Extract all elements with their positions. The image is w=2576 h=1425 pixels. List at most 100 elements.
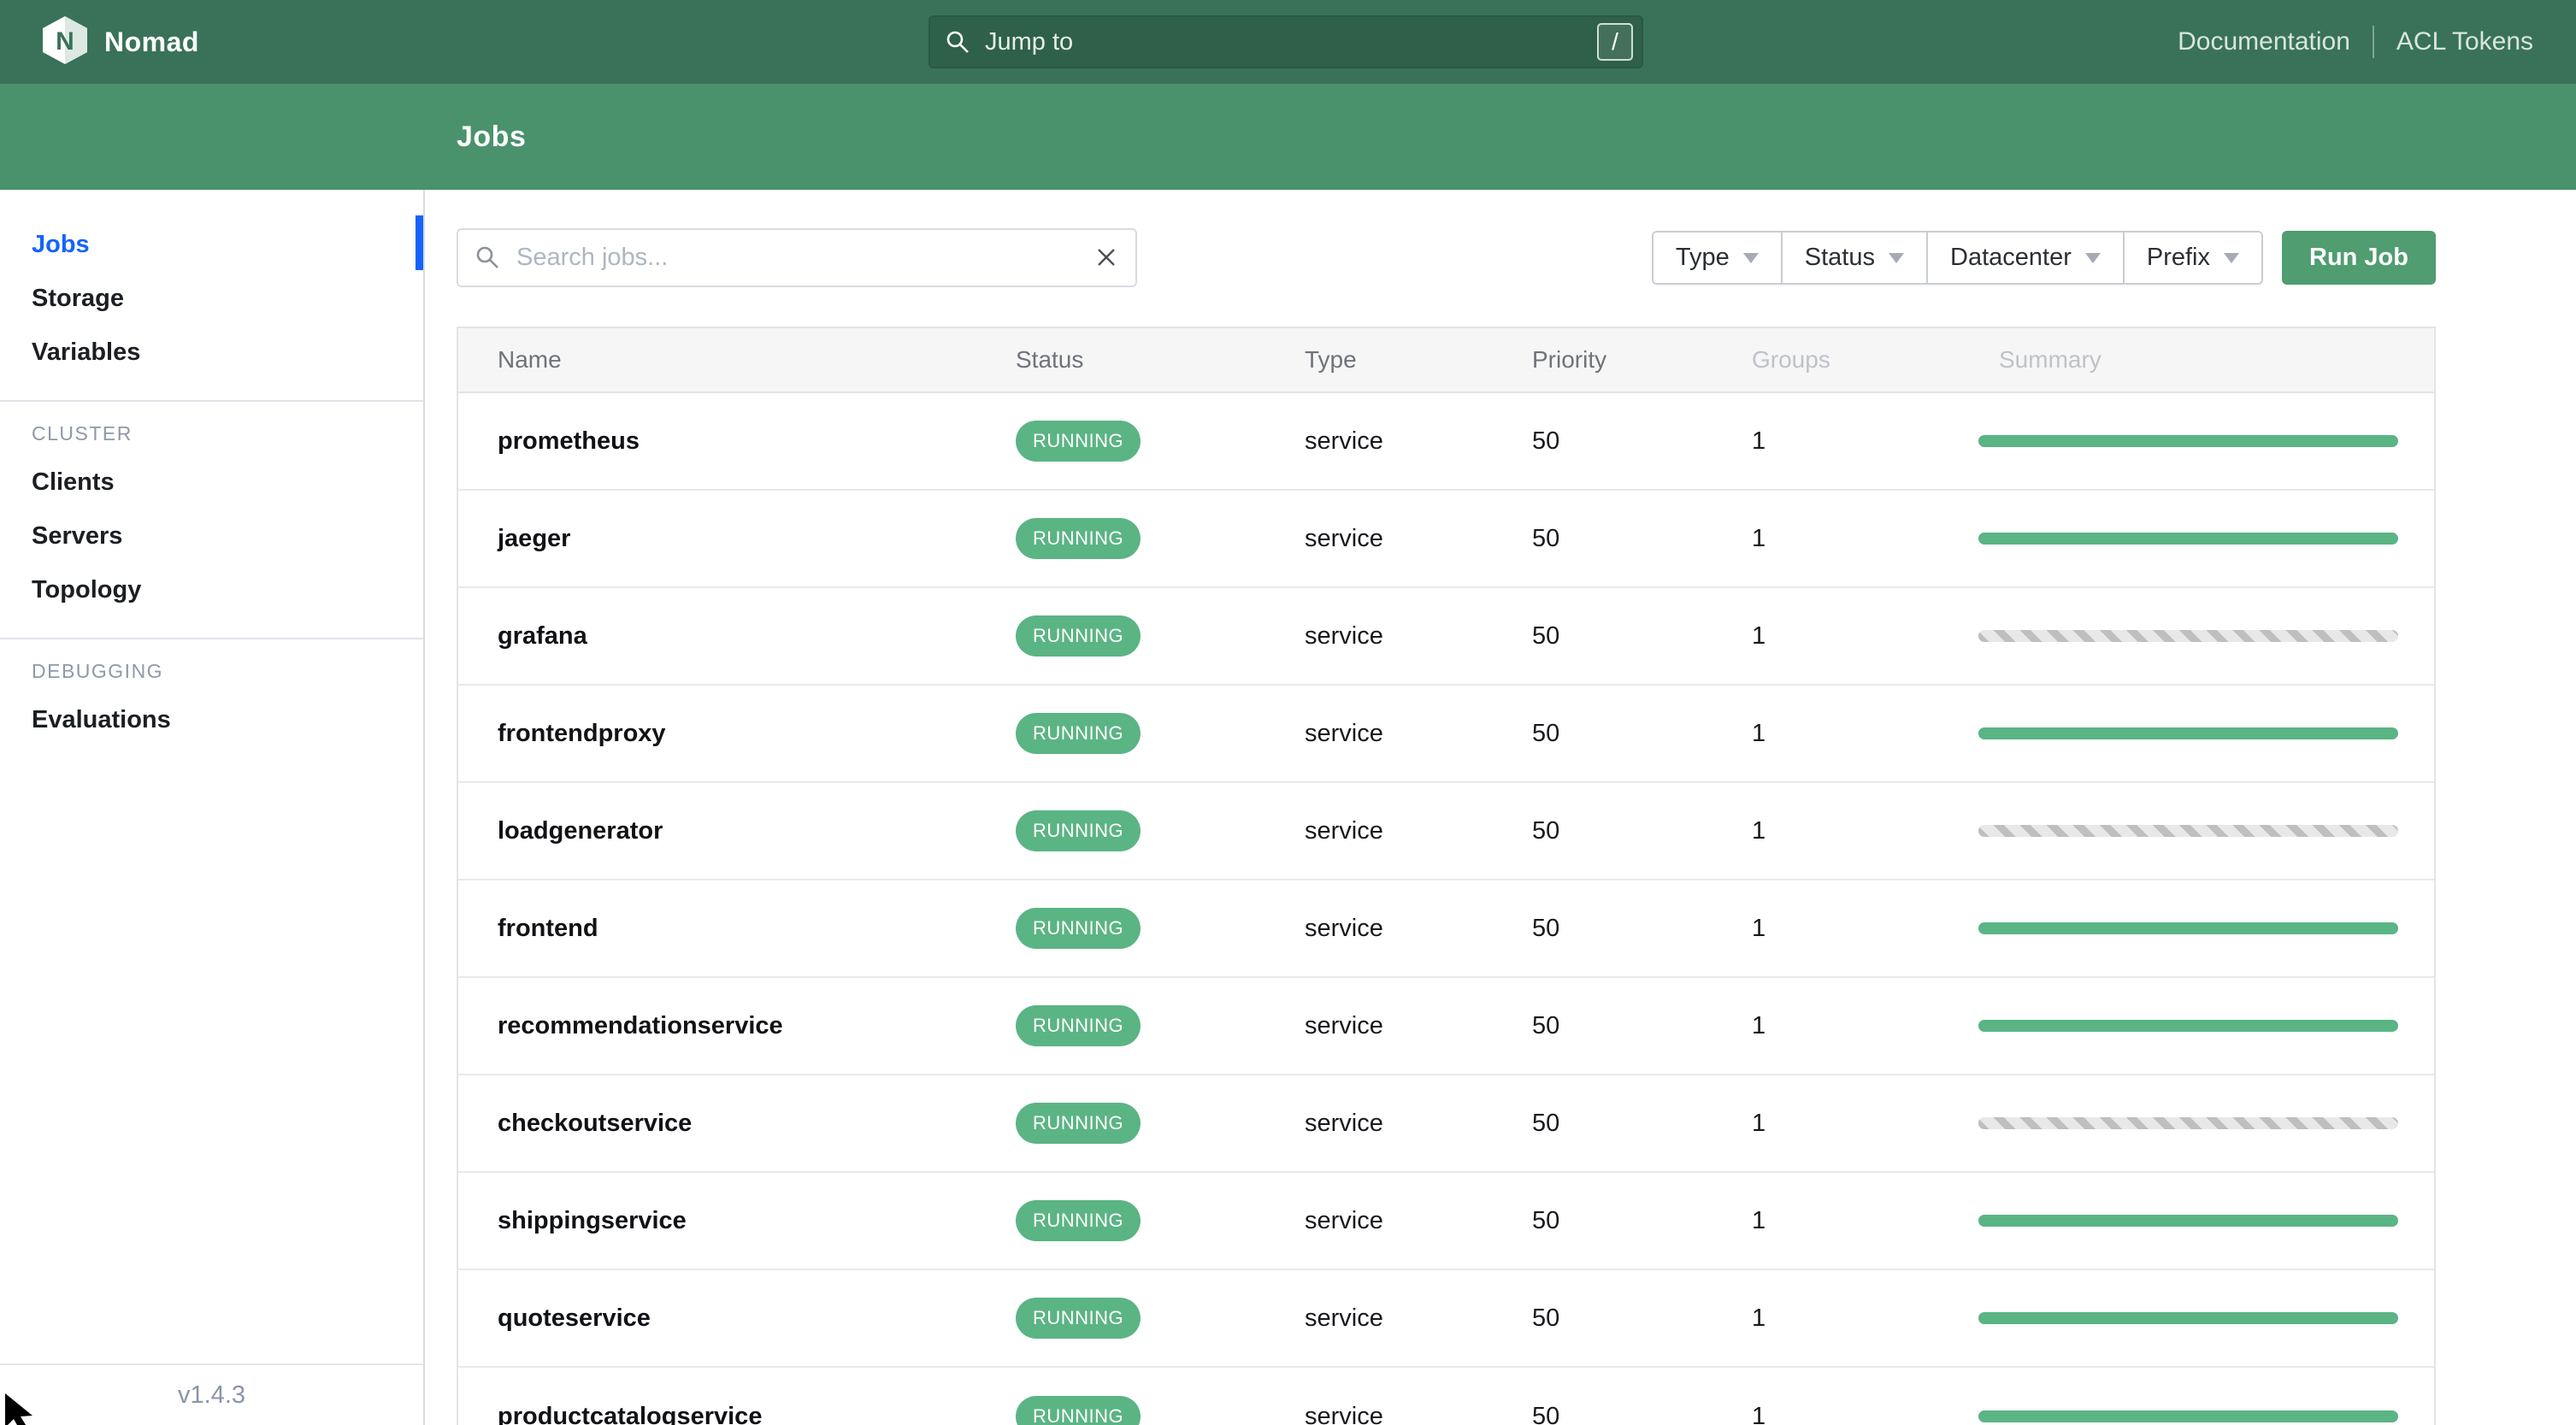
search-icon — [475, 245, 499, 269]
mouse-cursor-icon — [2, 1390, 44, 1425]
filter-group: Type Status Datacenter Prefix — [1651, 231, 2263, 285]
sidebar-item-servers[interactable]: Servers — [0, 509, 423, 563]
job-type: service — [1305, 1109, 1383, 1137]
job-groups: 1 — [1752, 1304, 1766, 1332]
column-header-groups[interactable]: Groups — [1752, 346, 1978, 374]
svg-text:N: N — [56, 27, 74, 56]
filter-status-dropdown[interactable]: Status — [1782, 233, 1928, 283]
navbar-links: Documentation ACL Tokens — [2178, 0, 2533, 84]
sidebar-divider — [0, 638, 423, 639]
column-header-name[interactable]: Name — [498, 346, 1016, 374]
job-type: service — [1305, 427, 1383, 455]
column-header-summary[interactable]: Summary — [1978, 346, 2398, 374]
job-name: quoteservice — [498, 1304, 651, 1332]
jobs-search — [457, 228, 1137, 287]
chevron-down-icon — [2084, 252, 2101, 263]
clear-search-icon[interactable] — [1094, 245, 1118, 269]
table-row-prometheus[interactable]: prometheus RUNNING service 50 1 — [458, 393, 2434, 491]
job-name: checkoutservice — [498, 1109, 693, 1137]
status-badge: RUNNING — [1016, 1200, 1141, 1241]
active-item-indicator — [416, 215, 423, 270]
job-type: service — [1305, 719, 1383, 747]
job-groups: 1 — [1752, 1109, 1766, 1137]
table-header: Name Status Type Priority Groups Summary — [458, 328, 2434, 393]
table-row-frontendproxy[interactable]: frontendproxy RUNNING service 50 1 — [458, 686, 2434, 783]
job-summary-cell — [1978, 1117, 2398, 1129]
job-priority: 50 — [1532, 1402, 1560, 1425]
summary-bar-solid — [1978, 922, 2398, 934]
sidebar-item-evaluations[interactable]: Evaluations — [0, 693, 423, 747]
job-priority: 50 — [1532, 1011, 1560, 1039]
job-type: service — [1305, 1011, 1383, 1039]
sidebar-item-variables[interactable]: Variables — [0, 326, 423, 380]
job-groups: 1 — [1752, 427, 1766, 455]
filter-label: Prefix — [2146, 244, 2210, 271]
job-name: shippingservice — [498, 1206, 687, 1234]
jobs-search-input[interactable] — [457, 228, 1137, 287]
sidebar-item-clients[interactable]: Clients — [0, 456, 423, 509]
job-type: service — [1305, 524, 1383, 552]
summary-bar-striped — [1978, 1117, 2398, 1129]
nomad-logo-icon: N — [41, 15, 89, 70]
job-priority: 50 — [1532, 427, 1560, 455]
summary-bar-solid — [1978, 1020, 2398, 1032]
sidebar-nav: Jobs Storage Variables CLUSTER Clients Server… — [0, 218, 423, 747]
table-row-productcatalogservice[interactable]: productcatalogservice RUNNING service 50 1 — [458, 1368, 2434, 1425]
table-row-grafana[interactable]: grafana RUNNING service 50 1 — [458, 588, 2434, 686]
documentation-link[interactable]: Documentation — [2178, 27, 2350, 56]
jump-to-input[interactable] — [928, 15, 1643, 68]
sidebar-item-label: Variables — [32, 339, 141, 366]
status-badge: RUNNING — [1016, 615, 1141, 657]
column-header-priority[interactable]: Priority — [1532, 346, 1752, 374]
nomad-brand[interactable]: N Nomad — [0, 15, 199, 70]
main-content: TypeStatusDatacenterPrefix Run Job NameS… — [425, 190, 2576, 1425]
job-name: frontendproxy — [498, 719, 666, 747]
job-summary-cell — [1978, 1312, 2398, 1324]
status-badge: RUNNING — [1016, 810, 1141, 851]
job-groups: 1 — [1752, 816, 1766, 845]
column-header-status[interactable]: Status — [1016, 346, 1305, 374]
acl-tokens-link[interactable]: ACL Tokens — [2396, 27, 2533, 56]
jump-to-search: / — [928, 15, 1643, 68]
table-row-jaeger[interactable]: jaeger RUNNING service 50 1 — [458, 491, 2434, 588]
table-row-loadgenerator[interactable]: loadgenerator RUNNING service 50 1 — [458, 783, 2434, 880]
filter-label: Type — [1675, 244, 1730, 271]
run-job-button[interactable]: Run Job — [2282, 231, 2436, 285]
chevron-down-icon — [2224, 252, 2239, 263]
job-priority: 50 — [1532, 621, 1560, 650]
job-status-cell: RUNNING — [1016, 713, 1305, 754]
sidebar-item-label: Jobs — [32, 231, 90, 258]
table-row-frontend[interactable]: frontend RUNNING service 50 1 — [458, 880, 2434, 978]
table-row-recommendationservice[interactable]: recommendationservice RUNNING service 50 1 — [458, 978, 2434, 1075]
job-type: service — [1305, 1206, 1383, 1234]
filter-datacenter-dropdown[interactable]: Datacenter — [1928, 233, 2125, 283]
summary-bar-solid — [1978, 727, 2398, 739]
sidebar-item-storage[interactable]: Storage — [0, 272, 423, 326]
sidebar-divider — [0, 400, 423, 402]
sidebar-item-jobs[interactable]: Jobs — [0, 218, 423, 272]
page-header: Jobs — [0, 84, 2576, 190]
table-row-shippingservice[interactable]: shippingservice RUNNING service 50 1 — [458, 1173, 2434, 1270]
filter-type-dropdown[interactable]: Type — [1653, 233, 1783, 283]
sidebar-section-heading-cluster: CLUSTER — [32, 422, 133, 445]
summary-bar-striped — [1978, 825, 2398, 837]
job-type: service — [1305, 914, 1383, 942]
summary-bar-solid — [1978, 533, 2398, 545]
job-status-cell: RUNNING — [1016, 1396, 1305, 1425]
sidebar-item-label: Storage — [32, 285, 124, 312]
job-status-cell: RUNNING — [1016, 1200, 1305, 1241]
status-badge: RUNNING — [1016, 1396, 1141, 1425]
search-icon — [946, 30, 970, 54]
table-row-quoteservice[interactable]: quoteservice RUNNING service 50 1 — [458, 1270, 2434, 1368]
sidebar-item-topology[interactable]: Topology — [0, 563, 423, 617]
job-summary-cell — [1978, 1020, 2398, 1032]
job-status-cell: RUNNING — [1016, 518, 1305, 559]
job-status-cell: RUNNING — [1016, 1005, 1305, 1046]
table-row-checkoutservice[interactable]: checkoutservice RUNNING service 50 1 — [458, 1075, 2434, 1173]
column-header-type[interactable]: Type — [1305, 346, 1532, 374]
summary-bar-solid — [1978, 1410, 2398, 1422]
summary-bar-striped — [1978, 630, 2398, 642]
filter-prefix-dropdown[interactable]: Prefix — [2124, 233, 2261, 283]
job-status-cell: RUNNING — [1016, 810, 1305, 851]
job-groups: 1 — [1752, 621, 1766, 650]
